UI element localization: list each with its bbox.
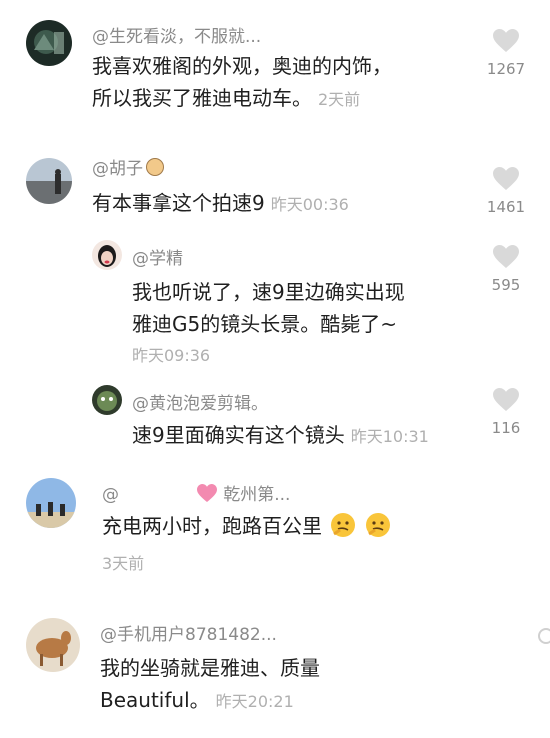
partial-circle-icon <box>538 628 550 644</box>
comment-text-line: 充电两小时，跑路百公里 <box>102 514 322 538</box>
heart-icon <box>493 388 519 411</box>
reply-author[interactable]: @学精 <box>132 244 183 269</box>
comment-text: 我的坐骑就是雅迪、质量 Beautiful。 昨天20:21 <box>100 652 320 718</box>
reply-text-line: 雅迪G5的镜头长景。酷毙了~ <box>132 312 397 336</box>
thinking-face-emoji-icon <box>331 513 356 537</box>
avatar-image <box>92 385 122 415</box>
comment-author-name: 乾州第... <box>223 485 291 505</box>
comment-author[interactable]: @手机用户8781482... <box>100 620 277 645</box>
comment-item: @手机用户8781482... 我的坐骑就是雅迪、质量 Beautiful。 昨天… <box>0 600 550 738</box>
reply-item: @学精 我也听说了，速9里边确实出现 雅迪G5的镜头长景。酷毙了~ 昨天09:3… <box>0 230 550 370</box>
like-button[interactable]: 1267 <box>476 28 536 78</box>
like-count: 116 <box>491 419 521 437</box>
comment-author-prefix: @ <box>102 485 119 505</box>
like-button[interactable]: 1461 <box>476 166 536 216</box>
comment-text-line-2: 所以我买了雅迪电动车。 <box>92 86 312 110</box>
comment-text-line: 有本事拿这个拍速9 <box>92 191 265 215</box>
comment-time: 昨天20:21 <box>215 692 294 711</box>
comment-time: 3天前 <box>102 554 145 573</box>
comment-item: @ 乾州第... 充电两小时，跑路百公里 3天前 <box>0 470 550 600</box>
comment-item: @胡子 有本事拿这个拍速9 昨天00:36 1461 <box>0 140 550 230</box>
comment-author[interactable]: @ 乾州第... <box>102 480 290 505</box>
sparkling-heart-emoji-icon <box>196 484 217 502</box>
avatar-image <box>26 20 72 66</box>
avatar[interactable] <box>26 478 76 528</box>
avatar-image <box>26 618 80 672</box>
avatar[interactable] <box>92 240 122 270</box>
heart-icon <box>493 245 519 268</box>
reply-text-line: 我也听说了，速9里边确实出现 <box>132 280 405 304</box>
avatar[interactable] <box>26 158 72 204</box>
reply-time: 昨天10:31 <box>350 427 429 446</box>
thinking-face-emoji-icon <box>365 513 390 537</box>
reply-item: @黄泡泡爱剪辑。 速9里面确实有这个镜头 昨天10:31 116 <box>0 375 550 455</box>
comment-text-line-2: Beautiful。 <box>100 688 210 712</box>
comment-text-line: 我的坐骑就是雅迪、质量 <box>100 656 320 680</box>
comment-text-line: 我喜欢雅阁的外观，奥迪的内饰， <box>92 54 392 78</box>
comment-time: 2天前 <box>318 90 361 109</box>
like-count: 1267 <box>486 60 526 78</box>
comment-text-line: 所以我买了雅迪电动车。 2天前 <box>92 82 392 116</box>
comment-author[interactable]: @胡子 <box>92 154 164 179</box>
like-count: 1461 <box>486 198 526 216</box>
like-button[interactable]: 116 <box>476 387 536 437</box>
avatar[interactable] <box>26 20 72 66</box>
avatar-image <box>26 158 72 204</box>
bearded-face-emoji-icon <box>146 158 164 176</box>
reply-text: 我也听说了，速9里边确实出现 雅迪G5的镜头长景。酷毙了~ <box>132 276 405 340</box>
like-button[interactable]: 595 <box>476 244 536 294</box>
avatar-image <box>26 478 76 528</box>
reply-text: 速9里面确实有这个镜头 昨天10:31 <box>132 419 429 453</box>
comment-text-line: Beautiful。 昨天20:21 <box>100 684 320 718</box>
comment-author-name: @胡子 <box>92 159 143 179</box>
comment-text: 有本事拿这个拍速9 昨天00:36 <box>92 187 349 221</box>
reply-author[interactable]: @黄泡泡爱剪辑。 <box>132 389 268 414</box>
comment-author[interactable]: @生死看淡，不服就... <box>92 22 261 47</box>
avatar[interactable] <box>26 618 80 672</box>
comment-time: 昨天00:36 <box>270 195 349 214</box>
comment-text: 充电两小时，跑路百公里 <box>102 510 391 542</box>
heart-icon <box>493 167 519 190</box>
avatar[interactable] <box>92 385 122 415</box>
comment-text: 我喜欢雅阁的外观，奥迪的内饰， 所以我买了雅迪电动车。 2天前 <box>92 50 392 116</box>
reply-time: 昨天09:36 <box>132 346 211 365</box>
reply-text-line: 速9里面确实有这个镜头 <box>132 423 345 447</box>
comment-item: @生死看淡，不服就... 我喜欢雅阁的外观，奥迪的内饰， 所以我买了雅迪电动车。… <box>0 0 550 140</box>
heart-icon <box>493 29 519 52</box>
like-count: 595 <box>491 276 521 294</box>
avatar-image <box>92 240 122 270</box>
